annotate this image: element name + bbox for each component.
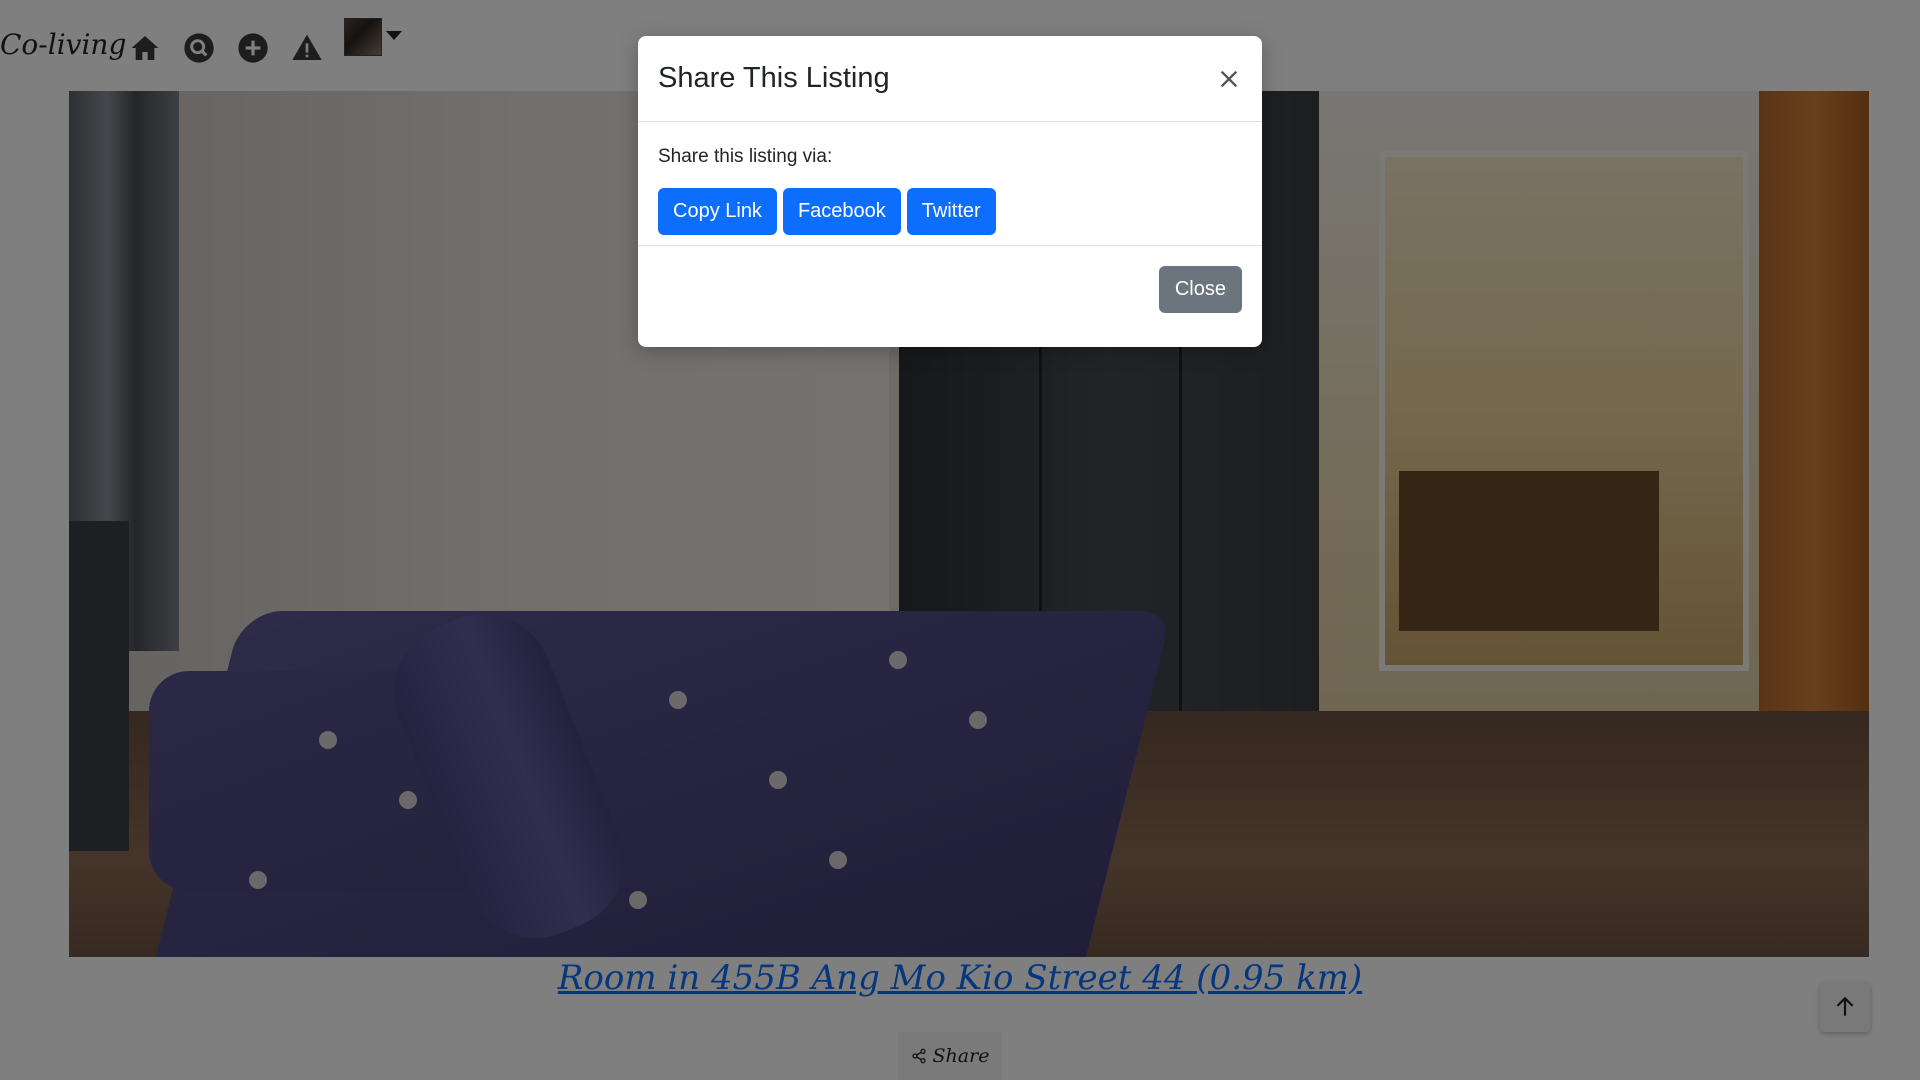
modal-footer: Close xyxy=(638,246,1262,346)
close-button[interactable]: Close xyxy=(1158,266,1242,313)
modal-body: Share this listing via: Copy Link Facebo… xyxy=(638,122,1262,246)
twitter-share-button[interactable]: Twitter xyxy=(906,188,996,235)
modal-title: Share This Listing xyxy=(658,62,890,94)
modal-header: Share This Listing xyxy=(638,36,1262,122)
share-prompt: Share this listing via: xyxy=(658,146,833,167)
close-icon[interactable] xyxy=(1212,62,1246,96)
share-modal: Share This Listing Share this listing vi… xyxy=(638,36,1262,347)
facebook-share-button[interactable]: Facebook xyxy=(782,188,901,235)
share-options: Copy Link Facebook Twitter xyxy=(658,188,996,235)
copy-link-button[interactable]: Copy Link xyxy=(658,188,777,235)
